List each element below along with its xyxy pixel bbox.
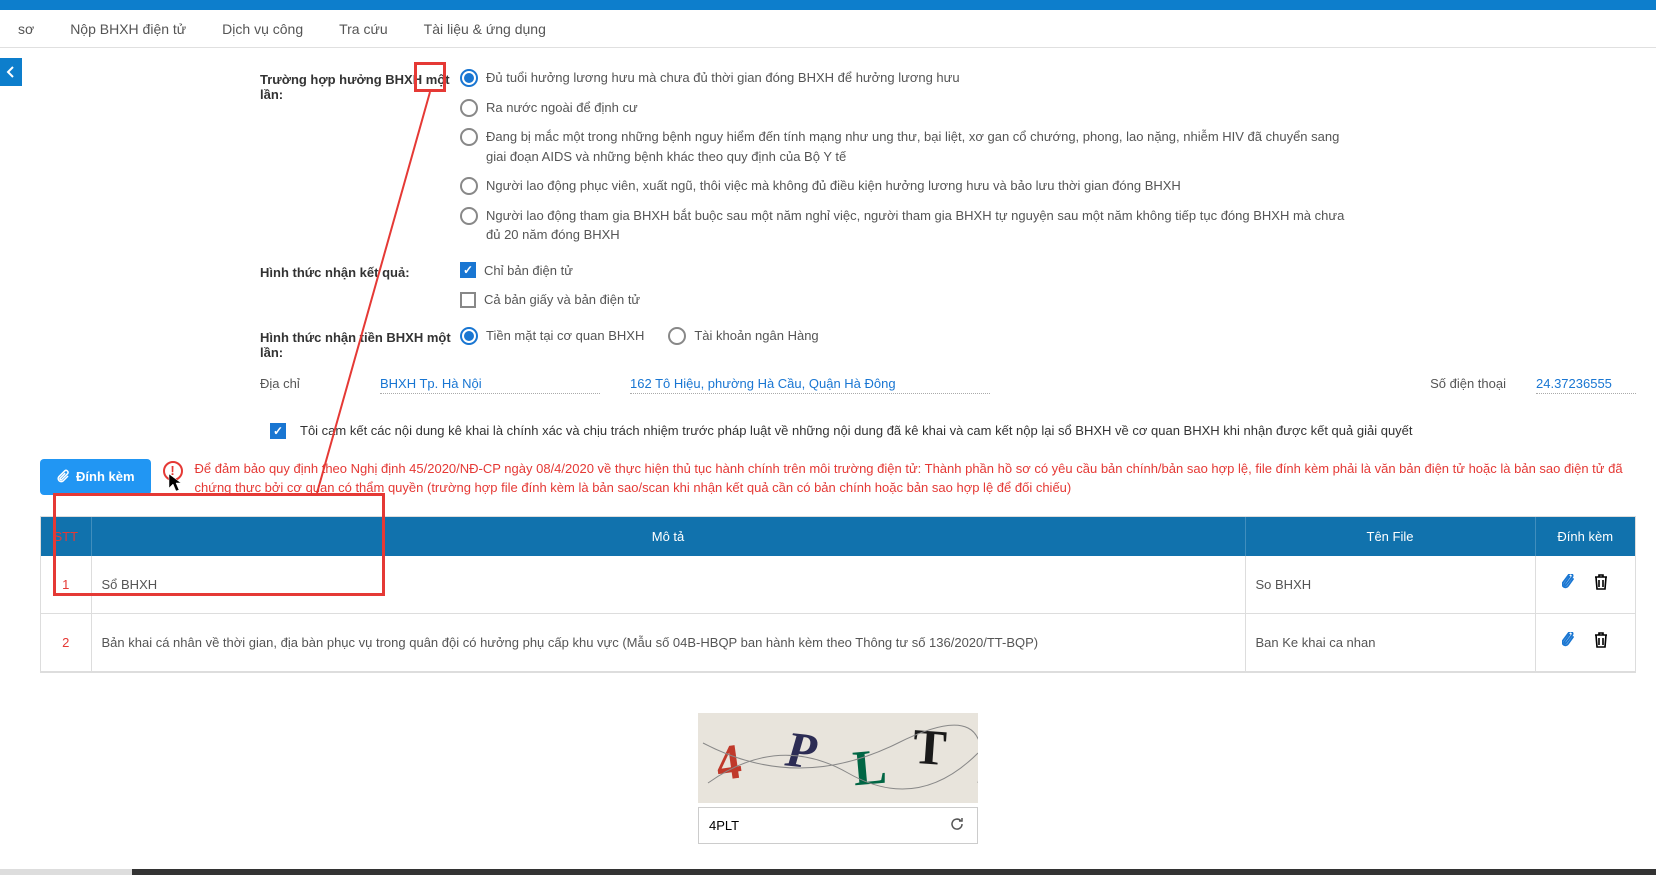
addr-org-value[interactable]: BHXH Tp. Hà Nội xyxy=(380,376,600,394)
cell-stt: 2 xyxy=(41,613,91,671)
delete-icon[interactable] xyxy=(1594,574,1608,595)
cell-file: So BHXH xyxy=(1245,556,1535,614)
checkbox-result-0[interactable] xyxy=(460,262,476,278)
radio-money-1-label: Tài khoản ngân Hàng xyxy=(694,326,818,346)
th-attach: Đính kèm xyxy=(1535,517,1635,556)
table-row: 1 Sổ BHXH So BHXH xyxy=(41,556,1635,614)
radio-money-1[interactable] xyxy=(668,327,686,345)
checkbox-commit[interactable] xyxy=(270,423,286,439)
attach-file-icon[interactable] xyxy=(1562,574,1576,595)
attach-button[interactable]: Đính kèm xyxy=(40,459,151,495)
addr-detail-value[interactable]: 162 Tô Hiệu, phường Hà Cầu, Quận Hà Đông xyxy=(630,376,990,394)
nav-item-so[interactable]: sơ xyxy=(0,10,52,48)
captcha-image: 4 P L T xyxy=(698,713,978,803)
radio-case-4[interactable] xyxy=(460,207,478,225)
radio-case-0-label: Đủ tuổi hưởng lương hưu mà chưa đủ thời … xyxy=(486,68,960,88)
radio-case-4-label: Người lao động tham gia BHXH bắt buộc sa… xyxy=(486,206,1346,245)
table-row: 2 Bản khai cá nhân về thời gian, địa bàn… xyxy=(41,613,1635,671)
phone-value[interactable]: 24.37236555 xyxy=(1536,376,1636,394)
checkbox-result-0-label: Chỉ bản điện tử xyxy=(484,261,573,281)
refresh-captcha-icon[interactable] xyxy=(937,816,977,835)
cell-desc: Sổ BHXH xyxy=(91,556,1245,614)
nav-item-dichvu[interactable]: Dịch vụ công xyxy=(204,10,321,48)
radio-case-3-label: Người lao động phục viên, xuất ngũ, thôi… xyxy=(486,176,1181,196)
radio-case-2-label: Đang bị mắc một trong những bệnh nguy hi… xyxy=(486,127,1346,166)
cell-desc: Bản khai cá nhân về thời gian, địa bàn p… xyxy=(91,613,1245,671)
paperclip-icon xyxy=(56,469,70,485)
radio-case-1[interactable] xyxy=(460,99,478,117)
cell-file: Ban Ke khai ca nhan xyxy=(1245,613,1535,671)
radio-case-1-label: Ra nước ngoài để định cư xyxy=(486,98,638,118)
radio-case-0[interactable] xyxy=(460,69,478,87)
th-desc: Mô tả xyxy=(91,517,1245,556)
radio-money-0-label: Tiền mặt tại cơ quan BHXH xyxy=(486,326,644,346)
warning-icon: ! xyxy=(163,461,183,481)
commit-text: Tôi cam kết các nội dung kê khai là chín… xyxy=(300,423,1413,438)
bottom-strip xyxy=(0,869,1656,875)
warning-text: Để đảm bảo quy định theo Nghị định 45/20… xyxy=(195,459,1636,498)
addr-label: Địa chỉ xyxy=(260,376,350,391)
radio-case-2[interactable] xyxy=(460,128,478,146)
top-bar xyxy=(0,0,1656,10)
nav-item-tracuu[interactable]: Tra cứu xyxy=(321,10,406,48)
radio-case-3[interactable] xyxy=(460,177,478,195)
delete-icon[interactable] xyxy=(1594,632,1608,653)
result-label: Hình thức nhận kết quả: xyxy=(260,261,460,280)
attachments-table: STT Mô tả Tên File Đính kèm 1 Sổ BHXH So… xyxy=(40,516,1636,673)
checkbox-result-1-label: Cả bản giấy và bản điện tử xyxy=(484,290,640,310)
attach-file-icon[interactable] xyxy=(1562,632,1576,653)
th-stt: STT xyxy=(41,517,91,556)
nav-item-nop[interactable]: Nộp BHXH điện tử xyxy=(52,10,204,48)
case-label: Trường hợp hưởng BHXH một lần: xyxy=(260,68,460,102)
cell-stt: 1 xyxy=(41,556,91,614)
attach-button-label: Đính kèm xyxy=(76,469,135,484)
captcha-input[interactable] xyxy=(699,808,937,843)
th-file: Tên File xyxy=(1245,517,1535,556)
radio-money-0[interactable] xyxy=(460,327,478,345)
money-label: Hình thức nhận tiền BHXH một lần: xyxy=(260,326,460,360)
checkbox-result-1[interactable] xyxy=(460,292,476,308)
phone-label: Số điện thoại xyxy=(1430,376,1506,391)
nav-item-tailieu[interactable]: Tài liệu & ứng dụng xyxy=(406,10,564,48)
nav-bar: sơ Nộp BHXH điện tử Dịch vụ công Tra cứu… xyxy=(0,10,1656,48)
